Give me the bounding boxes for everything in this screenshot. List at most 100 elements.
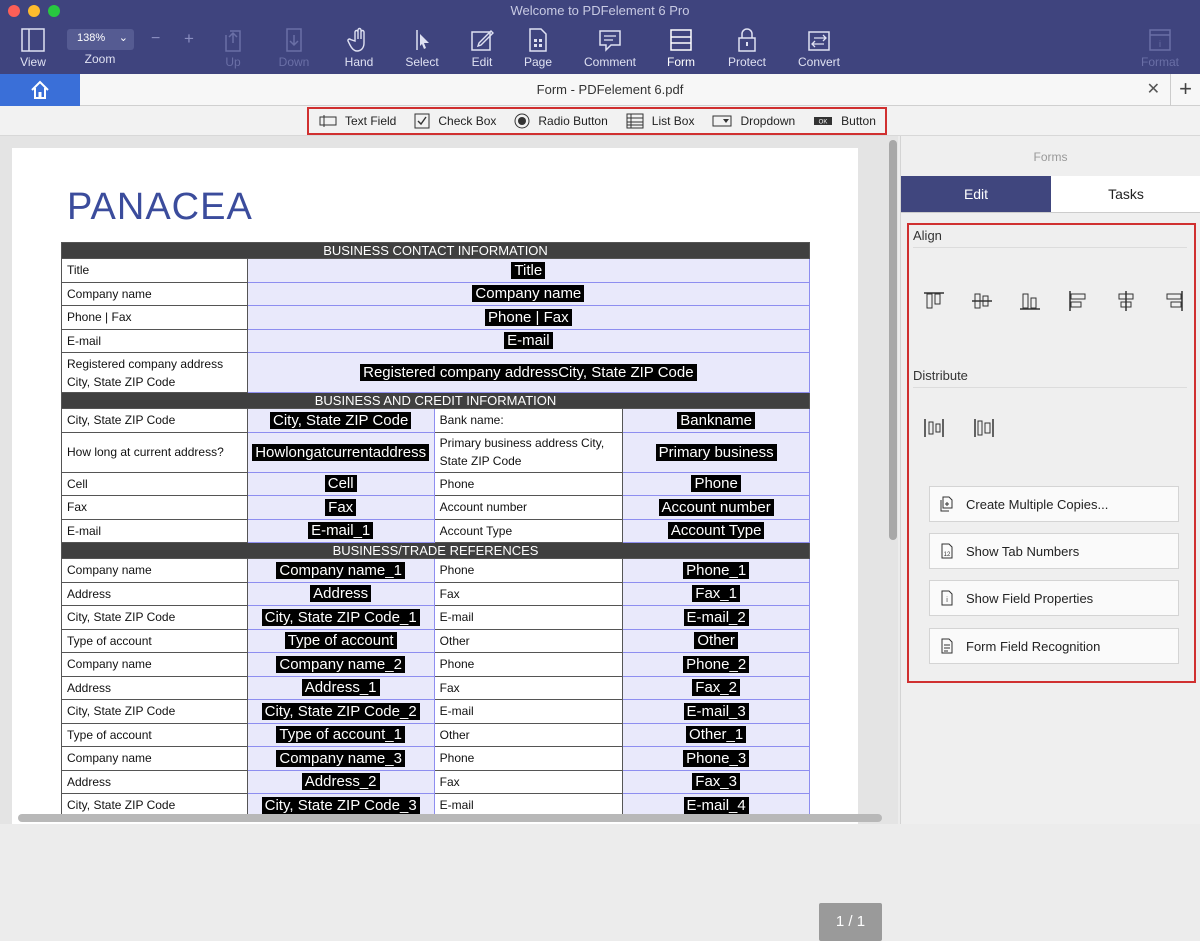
field-label: Address [61, 769, 248, 794]
field-label: Company name [61, 652, 248, 677]
align-bottom-icon[interactable] [1019, 290, 1041, 312]
form-field[interactable]: E-mail_2 [622, 605, 810, 630]
form-field[interactable]: E-mail_3 [622, 699, 810, 724]
list-box-tool[interactable]: List Box [626, 113, 694, 129]
form-field-recognition-button[interactable]: Form Field Recognition [929, 628, 1179, 664]
toolbar-hand-button[interactable]: Hand [329, 25, 389, 69]
check-box-tool[interactable]: Check Box [414, 113, 496, 129]
form-field[interactable]: Other_1 [622, 722, 810, 747]
field-label: E-mail [433, 699, 624, 724]
button-tool[interactable]: OK Button [813, 114, 876, 128]
form-field[interactable]: Phone_3 [622, 746, 810, 771]
tab-edit[interactable]: Edit [901, 176, 1051, 213]
form-field[interactable]: Phone [622, 471, 810, 496]
form-field[interactable]: City, State ZIP Code [246, 408, 435, 433]
check-box-label: Check Box [438, 114, 497, 128]
form-field[interactable]: Title [246, 258, 811, 283]
text-field-tool[interactable]: Text Field [319, 114, 396, 128]
form-field-name: Bankname [677, 411, 755, 429]
dropdown-label: Dropdown [740, 114, 796, 128]
form-field[interactable]: Registered company addressCity, State ZI… [246, 352, 811, 393]
distribute-horizontal-icon[interactable] [973, 417, 995, 439]
create-multiple-copies-button[interactable]: Create Multiple Copies... [929, 486, 1179, 522]
form-field[interactable]: Cell [246, 471, 435, 496]
align-vertical-center-icon[interactable] [971, 290, 993, 312]
toolbar-edit-button[interactable]: Edit [452, 25, 512, 69]
close-tab-button[interactable]: ✕ [1147, 79, 1160, 99]
radio-button-label: Radio Button [538, 114, 608, 128]
toolbar-select-button[interactable]: Select [392, 25, 452, 69]
form-field[interactable]: Other [622, 628, 810, 653]
form-field[interactable]: Fax_1 [622, 581, 810, 606]
zoom-select[interactable]: 138% ⌄ [67, 29, 134, 50]
zoom-out-button[interactable]: − [151, 30, 160, 48]
toolbar-protect-label: Protect [727, 55, 766, 69]
form-field[interactable]: Primary business [622, 431, 810, 473]
toolbar-comment-button[interactable]: Comment [580, 25, 640, 69]
form-field[interactable]: Fax [246, 495, 435, 520]
form-field[interactable]: Address_2 [246, 769, 435, 794]
form-field[interactable]: City, State ZIP Code_2 [246, 699, 435, 724]
form-field[interactable]: Company name_3 [246, 746, 435, 771]
form-field[interactable]: E-mail_1 [246, 518, 435, 543]
form-field[interactable]: Account Type [622, 518, 810, 543]
home-button[interactable] [0, 74, 80, 106]
align-divider [913, 247, 1187, 248]
tab-tasks[interactable]: Tasks [1051, 176, 1200, 213]
field-label: City, State ZIP Code [61, 408, 248, 433]
show-field-properties-button[interactable]: i Show Field Properties [929, 580, 1179, 616]
form-field[interactable]: Phone_1 [622, 558, 810, 583]
form-field[interactable]: Bankname [622, 408, 810, 433]
toolbar-zoom-button[interactable]: Zoom [70, 52, 130, 66]
add-tab-button[interactable]: + [1170, 74, 1200, 106]
form-field[interactable]: Company name [246, 281, 811, 306]
view-icon [21, 28, 45, 52]
form-field[interactable]: Type of account [246, 628, 435, 653]
form-field-name: Account number [658, 498, 774, 516]
table-row: Type of account Type of account Other Other [61, 628, 810, 653]
align-right-icon[interactable] [1163, 290, 1185, 312]
document-tab-title[interactable]: Form - PDFelement 6.pdf [80, 82, 1140, 97]
toolbar-form-button[interactable]: Form [651, 25, 711, 69]
zoom-in-button[interactable]: + [184, 29, 194, 49]
form-field[interactable]: Fax_2 [622, 675, 810, 700]
align-left-icon[interactable] [1067, 290, 1089, 312]
form-field[interactable]: Account number [622, 495, 810, 520]
field-label: Company name [61, 281, 248, 306]
horizontal-scrollbar[interactable] [18, 814, 882, 822]
dropdown-tool[interactable]: Dropdown [712, 114, 795, 128]
form-field[interactable]: Type of account_1 [246, 722, 435, 747]
show-tab-numbers-button[interactable]: 12 Show Tab Numbers [929, 533, 1179, 569]
form-field-name: City, State ZIP Code_2 [261, 702, 420, 720]
document-viewport[interactable]: PANACEA BUSINESS CONTACT INFORMATION Titl… [0, 136, 898, 941]
vertical-scrollbar[interactable] [889, 140, 897, 540]
form-field[interactable]: Fax_3 [622, 769, 810, 794]
align-section-label: Align [913, 228, 942, 243]
toolbar-view-button[interactable]: View [3, 25, 63, 69]
form-field[interactable]: Company name_2 [246, 652, 435, 677]
form-field[interactable]: Address [246, 581, 435, 606]
form-field[interactable]: E-mail [246, 328, 811, 353]
copies-icon [940, 496, 953, 512]
toolbar-format-button[interactable]: i Format [1130, 25, 1190, 69]
toolbar-page-button[interactable]: Page [508, 25, 568, 69]
toolbar-down-button[interactable]: Down [264, 25, 324, 69]
field-label: Type of account [61, 628, 248, 653]
form-field-name: E-mail_3 [683, 702, 749, 720]
form-field[interactable]: Phone | Fax [246, 305, 811, 330]
form-field-recognition-label: Form Field Recognition [966, 638, 1101, 654]
form-field[interactable]: Howlongatcurrentaddress [246, 431, 435, 473]
form-field[interactable]: Address_1 [246, 675, 435, 700]
distribute-vertical-icon[interactable] [923, 417, 945, 439]
toolbar-convert-button[interactable]: Convert [789, 25, 849, 69]
form-field[interactable]: Company name_1 [246, 558, 435, 583]
form-field[interactable]: Phone_2 [622, 652, 810, 677]
align-horizontal-center-icon[interactable] [1115, 290, 1137, 312]
field-label: Bank name: [433, 408, 624, 433]
radio-button-tool[interactable]: Radio Button [514, 113, 608, 129]
align-top-icon[interactable] [923, 290, 945, 312]
form-field[interactable]: City, State ZIP Code_1 [246, 605, 435, 630]
toolbar-up-button[interactable]: Up [203, 25, 263, 69]
form-field-name: City, State ZIP Code_3 [261, 796, 420, 814]
toolbar-protect-button[interactable]: Protect [717, 25, 777, 69]
